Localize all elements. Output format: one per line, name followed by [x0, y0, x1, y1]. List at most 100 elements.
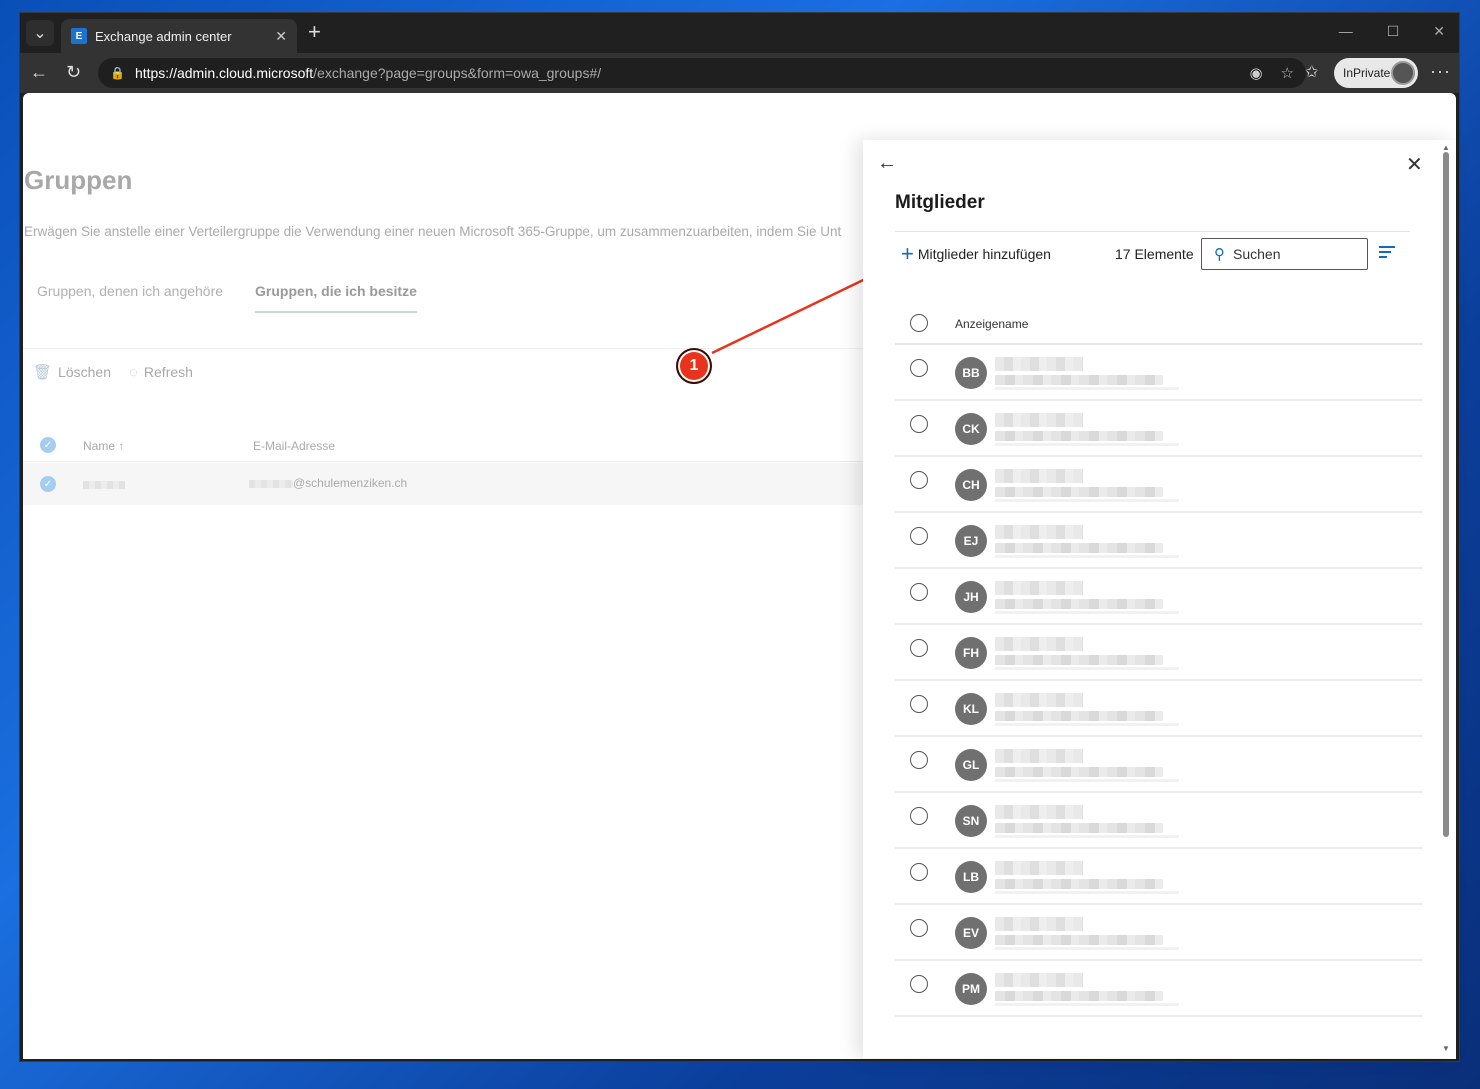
row-radio[interactable]: [910, 751, 928, 769]
divider: [895, 231, 1410, 232]
avatar: BB: [955, 357, 987, 389]
back-arrow-icon[interactable]: ←: [30, 62, 48, 83]
row-radio[interactable]: [910, 695, 928, 713]
list-item[interactable]: JH: [895, 569, 1423, 625]
redacted-underline: [995, 891, 1179, 894]
tracking-prevention-icon[interactable]: ◉: [1249, 64, 1262, 82]
list-item[interactable]: FH: [895, 625, 1423, 681]
url-field[interactable]: 🔒 https://admin.cloud.microsoft /exchang…: [98, 58, 1306, 88]
avatar: EJ: [955, 525, 987, 557]
column-name[interactable]: Name ↑: [83, 439, 124, 453]
row-radio[interactable]: [910, 919, 928, 937]
row-radio[interactable]: [910, 583, 928, 601]
divider: [23, 348, 883, 349]
redacted-name: [995, 637, 1083, 651]
redacted-name: [995, 749, 1083, 763]
filter-icon[interactable]: [1379, 246, 1395, 261]
tab-owned-by-me[interactable]: Gruppen, die ich besitze: [255, 283, 417, 313]
list-item[interactable]: LB: [895, 849, 1423, 905]
refresh-button[interactable]: ◌ Refresh: [129, 363, 193, 381]
browser-tab[interactable]: E Exchange admin center ✕: [61, 19, 297, 53]
avatar: FH: [955, 637, 987, 669]
search-placeholder: Suchen: [1233, 246, 1281, 262]
maximize-icon[interactable]: ☐: [1387, 23, 1400, 40]
refresh-label: Refresh: [143, 364, 193, 380]
delete-label: Löschen: [58, 364, 111, 380]
redacted-name: [995, 581, 1083, 595]
url-host: https://admin.cloud.microsoft: [134, 65, 314, 81]
list-item[interactable]: BB: [895, 345, 1423, 401]
delete-button[interactable]: 🗑 Löschen: [33, 363, 111, 381]
favorites-icon[interactable]: ✩: [1305, 62, 1318, 82]
row-radio[interactable]: [910, 807, 928, 825]
item-count: 17 Elemente: [1115, 246, 1194, 262]
window-controls: — ☐ ✕: [1339, 23, 1445, 40]
back-arrow-icon[interactable]: ←: [877, 152, 897, 175]
select-all-checkmark-icon[interactable]: ✓: [40, 437, 56, 453]
new-tab-button[interactable]: +: [308, 21, 321, 43]
add-members-button[interactable]: + Mitglieder hinzufügen: [901, 241, 1051, 266]
inprivate-badge[interactable]: InPrivate: [1334, 58, 1418, 88]
list-item[interactable]: EV: [895, 905, 1423, 961]
star-icon[interactable]: ☆: [1281, 64, 1294, 82]
redacted-underline: [995, 835, 1179, 838]
redacted-email: [995, 487, 1163, 497]
refresh-icon[interactable]: ↻: [66, 62, 81, 83]
row-checkmark-icon[interactable]: ✓: [40, 476, 56, 492]
scroll-down-icon[interactable]: ▼: [1442, 1044, 1450, 1053]
row-radio[interactable]: [910, 975, 928, 993]
profile-avatar: [1391, 61, 1415, 85]
row-radio[interactable]: [910, 639, 928, 657]
select-all-radio[interactable]: [910, 314, 928, 332]
avatar: LB: [955, 861, 987, 893]
tab-actions-button[interactable]: ⌄: [26, 20, 54, 46]
redacted-email: [995, 375, 1163, 385]
table-row[interactable]: ✓ @schulemenziken.ch: [23, 463, 883, 505]
minimize-icon[interactable]: —: [1339, 23, 1353, 40]
list-item[interactable]: CH: [895, 457, 1423, 513]
redacted-underline: [995, 1003, 1179, 1006]
redacted-underline: [995, 443, 1179, 446]
row-radio[interactable]: [910, 415, 928, 433]
redacted-email: [995, 991, 1163, 1001]
list-item[interactable]: EJ: [895, 513, 1423, 569]
url-path: /exchange?page=groups&form=owa_groups#/: [313, 65, 602, 81]
column-display-name[interactable]: Anzeigename: [955, 317, 1028, 331]
list-item[interactable]: CK: [895, 401, 1423, 457]
list-item[interactable]: KL: [895, 681, 1423, 737]
plus-icon: +: [901, 241, 914, 266]
lock-icon: 🔒: [110, 66, 125, 80]
list-item[interactable]: SN: [895, 793, 1423, 849]
redacted-email: [995, 879, 1163, 889]
close-icon[interactable]: ✕: [1406, 152, 1423, 177]
search-input[interactable]: ⚲ Suchen: [1201, 238, 1368, 270]
scroll-up-icon[interactable]: ▲: [1442, 143, 1450, 152]
list-item[interactable]: PM: [895, 961, 1423, 1017]
close-icon[interactable]: ✕: [275, 28, 287, 45]
redacted-name: [995, 805, 1083, 819]
page-description: Erwägen Sie anstelle einer Verteilergrup…: [24, 224, 842, 239]
more-icon[interactable]: ···: [1430, 61, 1451, 82]
exchange-icon: E: [71, 28, 87, 44]
row-radio[interactable]: [910, 527, 928, 545]
annotation-badge: 1: [676, 348, 712, 384]
tab-member-of[interactable]: Gruppen, denen ich angehöre: [37, 283, 223, 313]
row-radio[interactable]: [910, 863, 928, 881]
search-icon: ⚲: [1214, 246, 1225, 263]
tab-strip: ⌄ E Exchange admin center ✕ + — ☐ ✕: [20, 13, 1459, 53]
redacted-email: [995, 543, 1163, 553]
list-item[interactable]: GL: [895, 737, 1423, 793]
redacted-email: [995, 823, 1163, 833]
redacted-underline: [995, 667, 1179, 670]
close-window-icon[interactable]: ✕: [1433, 23, 1445, 40]
redacted-underline: [995, 723, 1179, 726]
redacted-underline: [995, 555, 1179, 558]
avatar: GL: [955, 749, 987, 781]
row-radio[interactable]: [910, 359, 928, 377]
scrollbar[interactable]: [1443, 152, 1449, 837]
column-email[interactable]: E-Mail-Adresse: [253, 439, 335, 453]
redacted-underline: [995, 611, 1179, 614]
tab-title: Exchange admin center: [95, 28, 232, 44]
refresh-icon: ◌: [128, 363, 138, 381]
row-radio[interactable]: [910, 471, 928, 489]
